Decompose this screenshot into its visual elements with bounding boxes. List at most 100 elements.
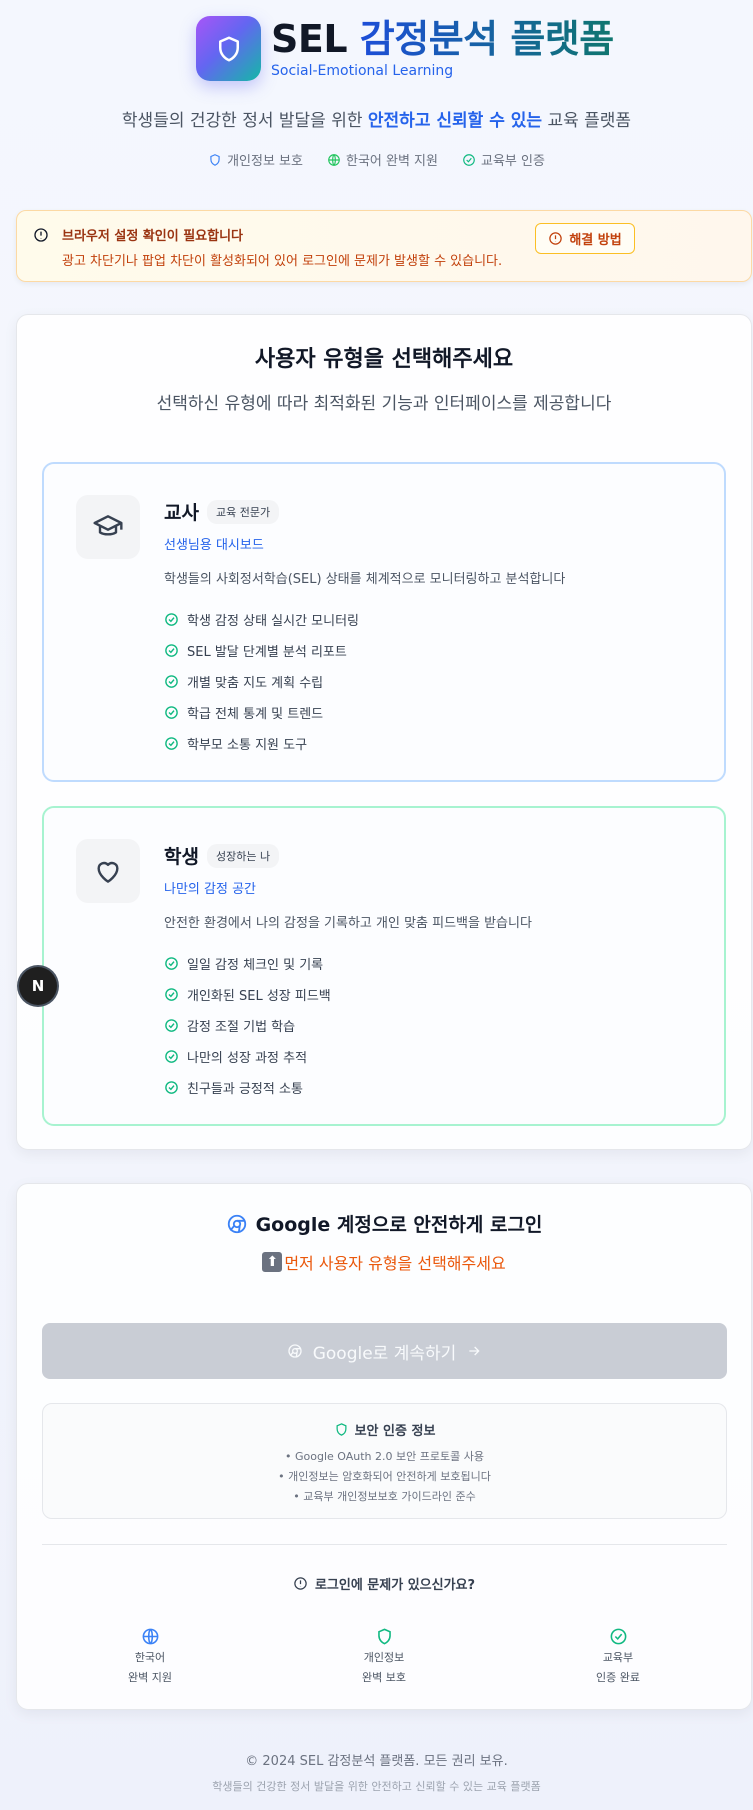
feature-label: SEL 발달 단계별 분석 리포트	[187, 645, 347, 660]
role-name: 교사	[164, 502, 199, 524]
security-title-text: 보안 인증 정보	[354, 1424, 436, 1439]
security-info: 보안 인증 정보 • Google OAuth 2.0 보안 프로토콜 사용 •…	[42, 1403, 727, 1519]
login-title: Google 계정으로 안전하게 로그인	[17, 1210, 751, 1237]
chrome-icon	[288, 1344, 302, 1358]
google-login-button[interactable]: Google로 계속하기	[42, 1323, 727, 1379]
list-item: 감정 조절 기법 학습	[164, 1010, 331, 1041]
shield-icon	[218, 36, 239, 61]
badge-label: 한국어 완벽 지원	[345, 154, 438, 169]
tagline-highlight: 안전하고 신뢰할 수 있는	[367, 111, 543, 131]
badge-certified: 교육부 인증	[462, 150, 545, 169]
browser-warning: 브라우저 설정 확인이 필요합니다 광고 차단기나 팝업 차단이 활성화되어 있…	[16, 210, 752, 282]
badge-privacy: 개인정보 보호	[208, 150, 303, 169]
feature-label: 나만의 성장 과정 추적	[187, 1051, 308, 1066]
warning-description: 광고 차단기나 팝업 차단이 활성화되어 있어 로그인에 문제가 발생할 수 있…	[62, 254, 503, 269]
list-item: 개인화된 SEL 성장 피드백	[164, 979, 331, 1010]
login-hint-text: 먼저 사용자 유형을 선택해주세요	[284, 1254, 506, 1273]
footer-copyright: © 2024 SEL 감정분석 플랫폼. 모든 권리 보유.	[245, 1754, 508, 1769]
heart-icon	[97, 861, 119, 883]
role-chip: 성장하는 나	[206, 843, 280, 868]
dev-tools-button[interactable]: N	[19, 967, 57, 1005]
shield-icon	[210, 153, 220, 166]
list-item: 친구들과 긍정적 소통	[164, 1072, 331, 1103]
trust-badges: 개인정보 보호 한국어 완벽 지원 교육부 인증	[0, 150, 753, 169]
check-circle-icon	[165, 957, 178, 970]
role-option-student[interactable]: 학생 성장하는 나 나만의 감정 공간 안전한 환경에서 나의 감정을 기록하고…	[42, 806, 726, 1126]
feature-certified: 교육부 인증 완료	[538, 1624, 698, 1688]
check-circle-icon	[165, 675, 178, 688]
role-chip: 교육 전문가	[206, 499, 280, 524]
login-card: Google 계정으로 안전하게 로그인 ⬆ 먼저 사용자 유형을 선택해주세요…	[16, 1183, 752, 1710]
badge-korean: 한국어 완벽 지원	[327, 150, 438, 169]
feature-line2: 인증 완료	[596, 1671, 640, 1684]
role-description: 학생들의 사회정서학습(SEL) 상태를 체계적으로 모니터링하고 분석합니다	[164, 572, 566, 587]
badge-label: 개인정보 보호	[227, 154, 303, 169]
list-item: 개별 맞춤 지도 계획 수립	[164, 666, 359, 697]
footer-tagline: 학생들의 건강한 정서 발달을 위한 안전하고 신뢰할 수 있는 교육 플랫폼	[212, 1780, 541, 1793]
globe-icon	[142, 1628, 158, 1644]
list-item: SEL 발달 단계별 분석 리포트	[164, 635, 359, 666]
fix-guide-label: 해결 방법	[569, 233, 622, 248]
role-name: 학생	[164, 846, 199, 868]
check-circle-icon	[463, 153, 475, 166]
check-circle-icon	[165, 1050, 178, 1063]
list-item: 학생 감정 상태 실시간 모니터링	[164, 604, 359, 635]
role-icon-box	[76, 495, 140, 559]
security-list: • Google OAuth 2.0 보안 프로토콜 사용 • 개인정보는 암호…	[43, 1447, 726, 1507]
section-title: 사용자 유형을 선택해주세요	[254, 347, 514, 372]
badge-label: 교육부 인증	[480, 154, 545, 169]
check-circle-icon	[165, 737, 178, 750]
list-item: 학부모 소통 지원 도구	[164, 728, 359, 759]
feature-label: 감정 조절 기법 학습	[187, 1020, 296, 1035]
list-item: • 교육부 개인정보보호 가이드라인 준수	[293, 1490, 476, 1503]
shield-icon	[336, 1423, 347, 1436]
feature-label: 개인화된 SEL 성장 피드백	[187, 989, 331, 1004]
globe-icon	[328, 153, 340, 166]
feature-list: 일일 감정 체크인 및 기록 개인화된 SEL 성장 피드백 감정 조절 기법 …	[164, 948, 331, 1103]
feature-label: 학생 감정 상태 실시간 모니터링	[187, 614, 360, 629]
role-subtitle: 선생님용 대시보드	[164, 538, 264, 553]
arrow-up-icon: ⬆	[262, 1252, 283, 1272]
graduation-cap-icon	[93, 515, 123, 536]
role-subtitle: 나만의 감정 공간	[164, 882, 256, 897]
google-login-label: Google로 계속하기	[312, 1343, 457, 1364]
divider	[42, 1544, 727, 1545]
chrome-icon	[227, 1214, 246, 1233]
tagline-post: 교육 플랫폼	[547, 111, 632, 131]
feature-korean: 한국어 완벽 지원	[70, 1624, 230, 1688]
feature-line1: 한국어	[134, 1651, 166, 1664]
brand-ko: 감정분석 플랫폼	[359, 16, 614, 61]
login-title-text: Google 계정으로 안전하게 로그인	[255, 1214, 543, 1236]
tagline-pre: 학생들의 건강한 정서 발달을 위한	[121, 111, 363, 131]
alert-circle-icon	[34, 228, 48, 242]
alert-circle-icon	[294, 1577, 307, 1590]
check-circle-icon	[610, 1628, 626, 1644]
login-hint: ⬆ 먼저 사용자 유형을 선택해주세요	[17, 1250, 751, 1274]
role-option-teacher[interactable]: 교사 교육 전문가 선생님용 대시보드 학생들의 사회정서학습(SEL) 상태를…	[42, 462, 726, 782]
check-circle-icon	[165, 644, 178, 657]
list-item: 학급 전체 통계 및 트렌드	[164, 697, 359, 728]
role-description: 안전한 환경에서 나의 감정을 기록하고 개인 맞춤 피드백을 받습니다	[164, 916, 532, 931]
feature-label: 개별 맞춤 지도 계획 수립	[187, 676, 324, 691]
fix-guide-button[interactable]: 해결 방법	[535, 223, 635, 254]
list-item: 일일 감정 체크인 및 기록	[164, 948, 331, 979]
brand: SEL 감정분석 플랫폼 Social-Emotional Learning	[196, 16, 614, 81]
feature-label: 학급 전체 통계 및 트렌드	[187, 707, 324, 722]
brand-sel: SEL	[271, 16, 348, 61]
arrow-right-icon	[469, 1346, 480, 1356]
user-type-card: 사용자 유형을 선택해주세요 선택하신 유형에 따라 최적화된 기능과 인터페이…	[16, 314, 752, 1150]
feature-line2: 완벽 보호	[362, 1671, 406, 1684]
brand-subtitle: Social-Emotional Learning	[271, 62, 454, 79]
feature-label: 학부모 소통 지원 도구	[187, 738, 308, 753]
feature-line1: 개인정보	[363, 1651, 405, 1664]
list-item: • 개인정보는 암호화되어 안전하게 보호됩니다	[278, 1470, 491, 1483]
check-circle-icon	[165, 1081, 178, 1094]
feature-list: 학생 감정 상태 실시간 모니터링 SEL 발달 단계별 분석 리포트 개별 맞…	[164, 604, 359, 759]
role-icon-box	[76, 839, 140, 903]
feature-label: 친구들과 긍정적 소통	[187, 1082, 303, 1097]
check-circle-icon	[165, 988, 178, 1001]
feature-line1: 교육부	[602, 1651, 634, 1664]
shield-icon	[377, 1628, 391, 1644]
login-help-link[interactable]: 로그인에 문제가 있으신가요?	[17, 1574, 751, 1593]
check-circle-icon	[165, 706, 178, 719]
